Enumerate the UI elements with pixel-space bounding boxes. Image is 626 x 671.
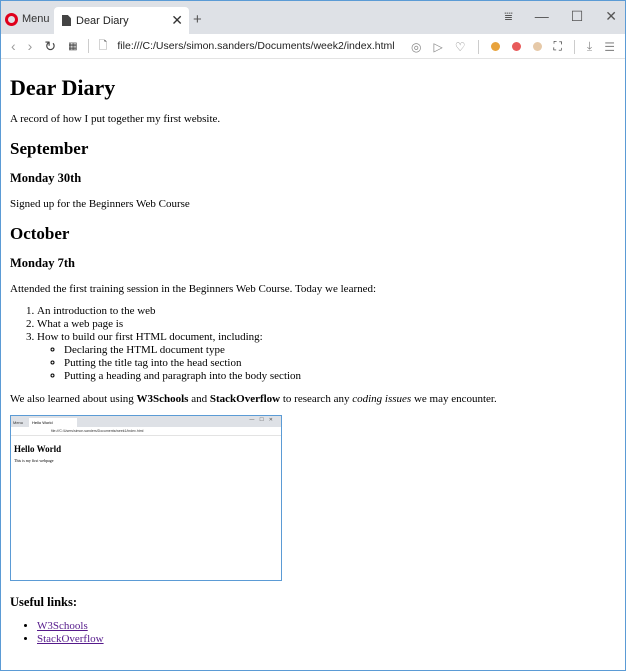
toolbar-extensions: ◎ ▷ ♡ ⛶ ⤓ ☰ [411,39,615,54]
list-item: How to build our first HTML document, in… [37,331,618,383]
browser-window: Menu Dear Diary ✕ + ⩸ — ☐ ✕ ‹ › ↻ ▦ 🗋 fi… [0,0,626,671]
tab-menu-icon[interactable]: ⩸ [504,8,513,25]
minimize-button[interactable]: — [535,8,549,25]
maximize-button[interactable]: ☐ [571,8,584,25]
download-icon[interactable]: ⤓ [587,39,592,54]
hello-world-screenshot-image: Menu Hello World —☐✕ file:///C:/Users/si… [10,415,282,581]
new-tab-button[interactable]: + [193,11,202,28]
snapshot-icon[interactable]: ◎ [411,40,421,54]
navigation-buttons: ‹ › ↻ ▦ [1,38,78,55]
nested-list: Declaring the HTML document type Putting… [37,344,618,383]
october-heading: October [10,224,70,243]
screenshot-menu-label: Menu [13,420,24,425]
september-day-heading: Monday 30th [10,171,82,185]
september-heading: September [10,139,89,158]
tab-bar: Menu Dear Diary ✕ + ⩸ — ☐ ✕ [1,1,625,34]
screenshot-paragraph: This is my first webpage [14,458,54,463]
opera-menu-button[interactable]: Menu [5,9,50,29]
screenshot-tab-title: Hello World [29,418,77,427]
window-controls: ⩸ — ☐ ✕ [504,8,617,25]
w3schools-link[interactable]: W3Schools [37,620,88,632]
close-button[interactable]: ✕ [605,8,617,25]
nested-list-item: Putting the title tag into the head sect… [64,357,618,370]
useful-links-list: W3Schools StackOverflow [10,620,618,646]
screenshot-tab-bar: Menu Hello World —☐✕ [11,416,281,427]
learned-list: An introduction to the web What a web pa… [10,305,618,383]
october-paragraph: Attended the first training session in t… [10,283,377,295]
september-paragraph: Signed up for the Beginners Web Course [10,198,190,210]
list-item-text: How to build our first HTML document, in… [37,331,263,343]
nested-list-item: Declaring the HTML document type [64,344,618,357]
stackoverflow-link[interactable]: StackOverflow [37,633,104,645]
extensions-divider-2 [573,39,575,54]
useful-links-heading: Useful links: [10,595,78,609]
resources-paragraph: We also learned about using W3Schools an… [10,393,497,405]
tab-close-icon[interactable]: ✕ [171,12,183,29]
send-icon[interactable]: ▷ [434,40,443,54]
screenshot-heading: Hello World [14,444,62,454]
file-icon: 🗋 [98,39,108,52]
extension-box-icon[interactable] [532,42,542,51]
page-icon [62,15,71,26]
tab-title: Dear Diary [76,14,129,27]
reload-icon[interactable]: ↻ [44,38,56,55]
crop-icon[interactable]: ⛶ [554,39,562,54]
screenshot-window-controls: —☐✕ [249,417,278,423]
cookie-extension-icon[interactable] [490,42,500,51]
extensions-divider [477,39,479,54]
forward-icon[interactable]: › [28,38,33,54]
extension-red-icon[interactable] [511,42,521,51]
toolbar-divider [87,39,89,53]
screenshot-address: file:///C:/Users/simon.sanders/Documents… [11,427,281,436]
intro-paragraph: A record of how I put together my first … [10,113,221,125]
w3schools-bold: W3Schools [136,393,189,405]
tab-dear-diary[interactable]: Dear Diary ✕ [54,7,189,34]
page-content: Dear Diary A record of how I put togethe… [10,59,618,656]
coding-issues-emphasis: coding issues [352,393,412,405]
menu-label: Menu [22,13,50,25]
opera-logo-icon [5,12,18,26]
heart-icon[interactable]: ♡ [455,40,466,54]
back-icon[interactable]: ‹ [11,38,16,54]
address-toolbar: ‹ › ↻ ▦ 🗋 file:///C:/Users/simon.sanders… [1,34,625,59]
stackoverflow-bold: StackOverflow [209,393,281,405]
list-item: StackOverflow [37,633,618,646]
october-day-heading: Monday 7th [10,256,75,270]
list-item: An introduction to the web [37,305,618,318]
nested-list-item: Putting a heading and paragraph into the… [64,370,618,383]
list-item: W3Schools [37,620,618,633]
easy-setup-icon[interactable]: ☰ [604,40,615,54]
speed-dial-icon[interactable]: ▦ [68,41,77,52]
address-field[interactable]: file:///C:/Users/simon.sanders/Documents… [117,40,394,52]
page-title: Dear Diary [10,75,116,100]
list-item: What a web page is [37,318,618,331]
